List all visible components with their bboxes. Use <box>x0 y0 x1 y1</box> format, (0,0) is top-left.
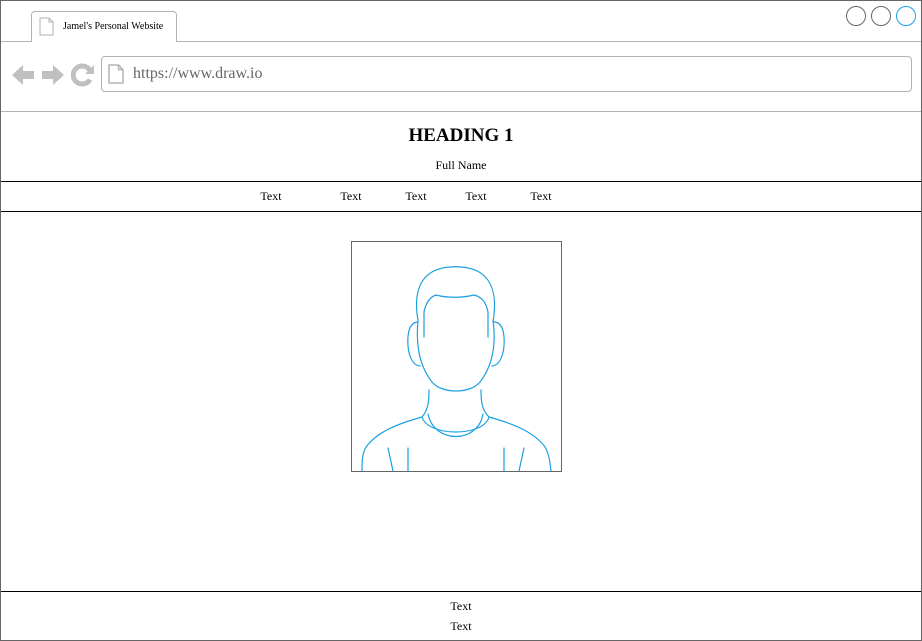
window-button-3[interactable] <box>896 6 916 26</box>
footer-text-1: Text <box>450 599 472 613</box>
menu-item-3[interactable]: Text <box>396 189 436 204</box>
url-text: https://www.draw.io <box>133 65 263 82</box>
user-avatar-icon <box>361 266 552 471</box>
footer-text-2: Text <box>450 619 472 633</box>
window-button-1[interactable] <box>846 6 866 26</box>
page-icon <box>39 17 54 36</box>
navigation-bar: https://www.draw.io <box>1 42 921 112</box>
page-icon <box>108 64 124 84</box>
profile-photo <box>351 241 562 472</box>
menu-item-1[interactable]: Text <box>251 189 291 204</box>
menu-item-4[interactable]: Text <box>456 189 496 204</box>
menu-item-5[interactable]: Text <box>521 189 561 204</box>
forward-arrow-icon[interactable] <box>41 63 65 87</box>
browser-tab[interactable]: Jamel's Personal Website <box>31 11 177 42</box>
footer: Text Text <box>1 591 921 641</box>
tab-bar: Jamel's Personal Website <box>1 1 921 42</box>
full-name: Full Name <box>435 158 487 172</box>
menu-item-2[interactable]: Text <box>331 189 371 204</box>
menu-bar: Text Text Text Text Text <box>1 181 921 212</box>
tab-title: Jamel's Personal Website <box>63 21 164 32</box>
window-button-2[interactable] <box>871 6 891 26</box>
back-arrow-icon[interactable] <box>11 63 35 87</box>
page-heading: HEADING 1 <box>408 125 514 146</box>
reload-icon[interactable] <box>71 63 95 87</box>
address-bar[interactable]: https://www.draw.io <box>101 56 912 92</box>
browser-window: Jamel's Personal Website https://www.dra… <box>0 0 922 641</box>
